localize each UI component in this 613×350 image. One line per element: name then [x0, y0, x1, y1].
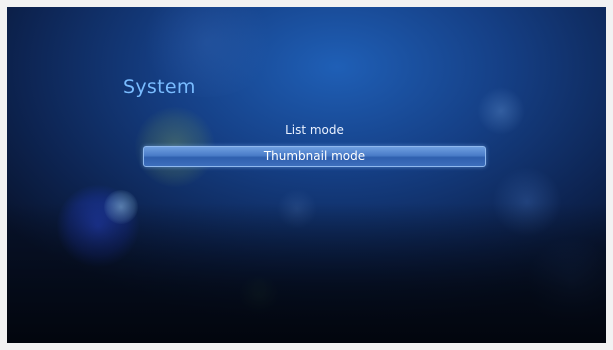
page-title: System: [123, 76, 196, 98]
bokeh-light: [277, 189, 317, 229]
tv-frame: System List mode Thumbnail mode: [0, 0, 613, 350]
menu-item-thumbnail-mode[interactable]: Thumbnail mode: [143, 146, 486, 167]
menu-item-list-mode[interactable]: List mode: [143, 120, 486, 141]
bokeh-light: [104, 190, 138, 224]
background-fade: [7, 203, 606, 343]
bokeh-light: [527, 237, 606, 327]
tv-screen: System List mode Thumbnail mode: [7, 7, 606, 343]
bokeh-light: [57, 185, 139, 267]
bokeh-light: [492, 167, 562, 237]
bokeh-light: [239, 275, 279, 315]
view-mode-menu: List mode Thumbnail mode: [143, 120, 486, 172]
